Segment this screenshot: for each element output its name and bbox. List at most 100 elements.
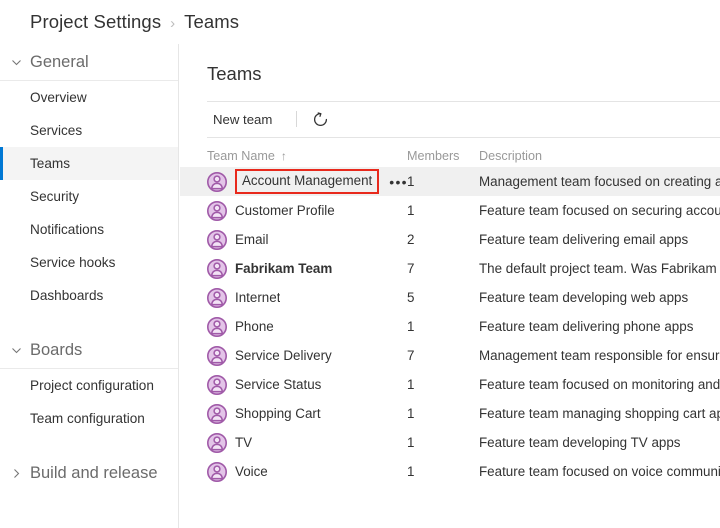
chevron-right-icon: [8, 466, 24, 482]
cell-description: Feature team delivering phone apps: [479, 319, 694, 334]
team-avatar-icon: [207, 403, 227, 424]
cell-members-count: 1: [407, 203, 415, 218]
team-avatar-icon: [207, 171, 227, 192]
toolbar-bottom-divider: [207, 137, 720, 138]
column-header-label: Members: [407, 149, 460, 163]
table-row[interactable]: Internet 5 Feature team developing web a…: [180, 283, 720, 312]
refresh-icon[interactable]: [309, 108, 331, 130]
sidebar-item-services[interactable]: Services: [0, 114, 178, 147]
sidebar-item-label: Overview: [30, 90, 87, 105]
table-row[interactable]: Voice 1 Feature team focused on voice co…: [180, 457, 720, 486]
table-row[interactable]: Service Status 1 Feature team focused on…: [180, 370, 720, 399]
sidebar-group-label-build-and-release: Build and release: [30, 464, 158, 482]
team-name-wrapper: Phone: [235, 319, 274, 334]
team-name-wrapper: Account Management •••: [235, 169, 408, 194]
table-row[interactable]: Service Delivery 7 Management team respo…: [180, 341, 720, 370]
sidebar-item-label: Team configuration: [30, 411, 145, 426]
new-team-button[interactable]: New team: [207, 108, 278, 131]
column-header-description[interactable]: Description: [479, 149, 720, 163]
table-row[interactable]: TV 1 Feature team developing TV apps: [180, 428, 720, 457]
column-header-members[interactable]: Members: [407, 149, 479, 163]
app-root: Project Settings › Teams General Overvie…: [0, 0, 720, 528]
sidebar-item-label: Services: [30, 123, 83, 138]
team-name-link[interactable]: TV: [235, 435, 252, 450]
sidebar-item-overview[interactable]: Overview: [0, 81, 178, 114]
chevron-down-icon: [8, 342, 24, 358]
sidebar-group-label-general: General: [30, 52, 89, 71]
sidebar-item-project-configuration[interactable]: Project configuration: [0, 369, 178, 402]
team-avatar-icon: [207, 345, 227, 366]
column-header-team-name[interactable]: Team Name ↑: [207, 149, 407, 163]
sidebar-item-label: Project configuration: [30, 378, 154, 393]
sidebar-item-label: Service hooks: [30, 255, 116, 270]
sidebar: General Overview Services Teams Security…: [0, 44, 179, 528]
team-name-wrapper: Voice: [235, 464, 268, 479]
team-avatar-icon: [207, 316, 227, 337]
breadcrumb-current[interactable]: Teams: [184, 11, 239, 33]
team-avatar-icon: [207, 200, 227, 221]
team-name-link[interactable]: Shopping Cart: [235, 406, 321, 421]
sidebar-group-boards[interactable]: Boards: [0, 332, 178, 369]
cell-description: Feature team managing shopping cart app: [479, 406, 720, 421]
cell-description: Management team responsible for ensure: [479, 348, 720, 363]
team-avatar-icon: [207, 374, 227, 395]
team-avatar-icon: [207, 287, 227, 308]
cell-members-count: 1: [407, 319, 415, 334]
cell-description: Feature team developing web apps: [479, 290, 689, 305]
table-row[interactable]: Fabrikam Team 7 The default project team…: [180, 254, 720, 283]
team-name-link[interactable]: Account Management: [235, 169, 380, 194]
team-name-link[interactable]: Email: [235, 232, 268, 247]
sidebar-item-label: Security: [30, 189, 80, 204]
team-name-wrapper: Fabrikam Team: [235, 261, 332, 276]
team-name-link[interactable]: Fabrikam Team: [235, 261, 332, 276]
cell-members-count: 7: [407, 261, 415, 276]
team-name-wrapper: Customer Profile: [235, 203, 335, 218]
sidebar-item-dashboards[interactable]: Dashboards: [0, 279, 178, 312]
team-name-link[interactable]: Internet: [235, 290, 280, 305]
cell-team-name: Service Delivery: [207, 345, 407, 366]
cell-description: Feature team developing TV apps: [479, 435, 681, 450]
cell-team-name: TV: [207, 432, 407, 453]
team-avatar-icon: [207, 229, 227, 250]
sidebar-item-label: Teams: [30, 156, 71, 171]
cell-description: Feature team focused on securing account: [479, 203, 720, 218]
toolbar-separator: [296, 111, 298, 127]
table-body: Account Management ••• 1 Management team…: [180, 167, 720, 486]
table-row[interactable]: Account Management ••• 1 Management team…: [180, 167, 720, 196]
team-name-link[interactable]: Service Status: [235, 377, 321, 392]
team-avatar-icon: [207, 258, 227, 279]
table-header-row: Team Name ↑ Members Description: [180, 145, 720, 167]
cell-members-count: 5: [407, 290, 415, 305]
table-row[interactable]: Phone 1 Feature team delivering phone ap…: [180, 312, 720, 341]
teams-table: Team Name ↑ Members Description Account …: [180, 145, 720, 486]
sidebar-group-build-and-release[interactable]: Build and release: [0, 455, 178, 492]
sidebar-item-security[interactable]: Security: [0, 180, 178, 213]
team-name-wrapper: Service Delivery: [235, 348, 332, 363]
breadcrumb-root[interactable]: Project Settings: [30, 11, 161, 33]
cell-team-name: Customer Profile: [207, 200, 407, 221]
team-name-wrapper: Service Status: [235, 377, 321, 392]
sidebar-item-team-configuration[interactable]: Team configuration: [0, 402, 178, 435]
sidebar-item-teams[interactable]: Teams: [0, 147, 178, 180]
team-name-link[interactable]: Phone: [235, 319, 274, 334]
cell-team-name: Shopping Cart: [207, 403, 407, 424]
team-name-wrapper: TV: [235, 435, 252, 450]
table-row[interactable]: Shopping Cart 1 Feature team managing sh…: [180, 399, 720, 428]
team-name-link[interactable]: Voice: [235, 464, 268, 479]
team-name-wrapper: Email: [235, 232, 268, 247]
table-row[interactable]: Customer Profile 1 Feature team focused …: [180, 196, 720, 225]
column-header-label: Team Name: [207, 149, 275, 163]
team-name-link[interactable]: Customer Profile: [235, 203, 335, 218]
cell-team-name: Fabrikam Team: [207, 258, 407, 279]
cell-description: Feature team focused on voice communic: [479, 464, 720, 479]
sidebar-item-notifications[interactable]: Notifications: [0, 213, 178, 246]
team-name-link[interactable]: Service Delivery: [235, 348, 332, 363]
table-row[interactable]: Email 2 Feature team delivering email ap…: [180, 225, 720, 254]
sidebar-item-service-hooks[interactable]: Service hooks: [0, 246, 178, 279]
cell-team-name: Email: [207, 229, 407, 250]
team-name-wrapper: Shopping Cart: [235, 406, 321, 421]
sidebar-group-general[interactable]: General: [0, 44, 178, 81]
cell-members-count: 1: [407, 435, 415, 450]
row-more-actions-button[interactable]: •••: [389, 175, 408, 189]
